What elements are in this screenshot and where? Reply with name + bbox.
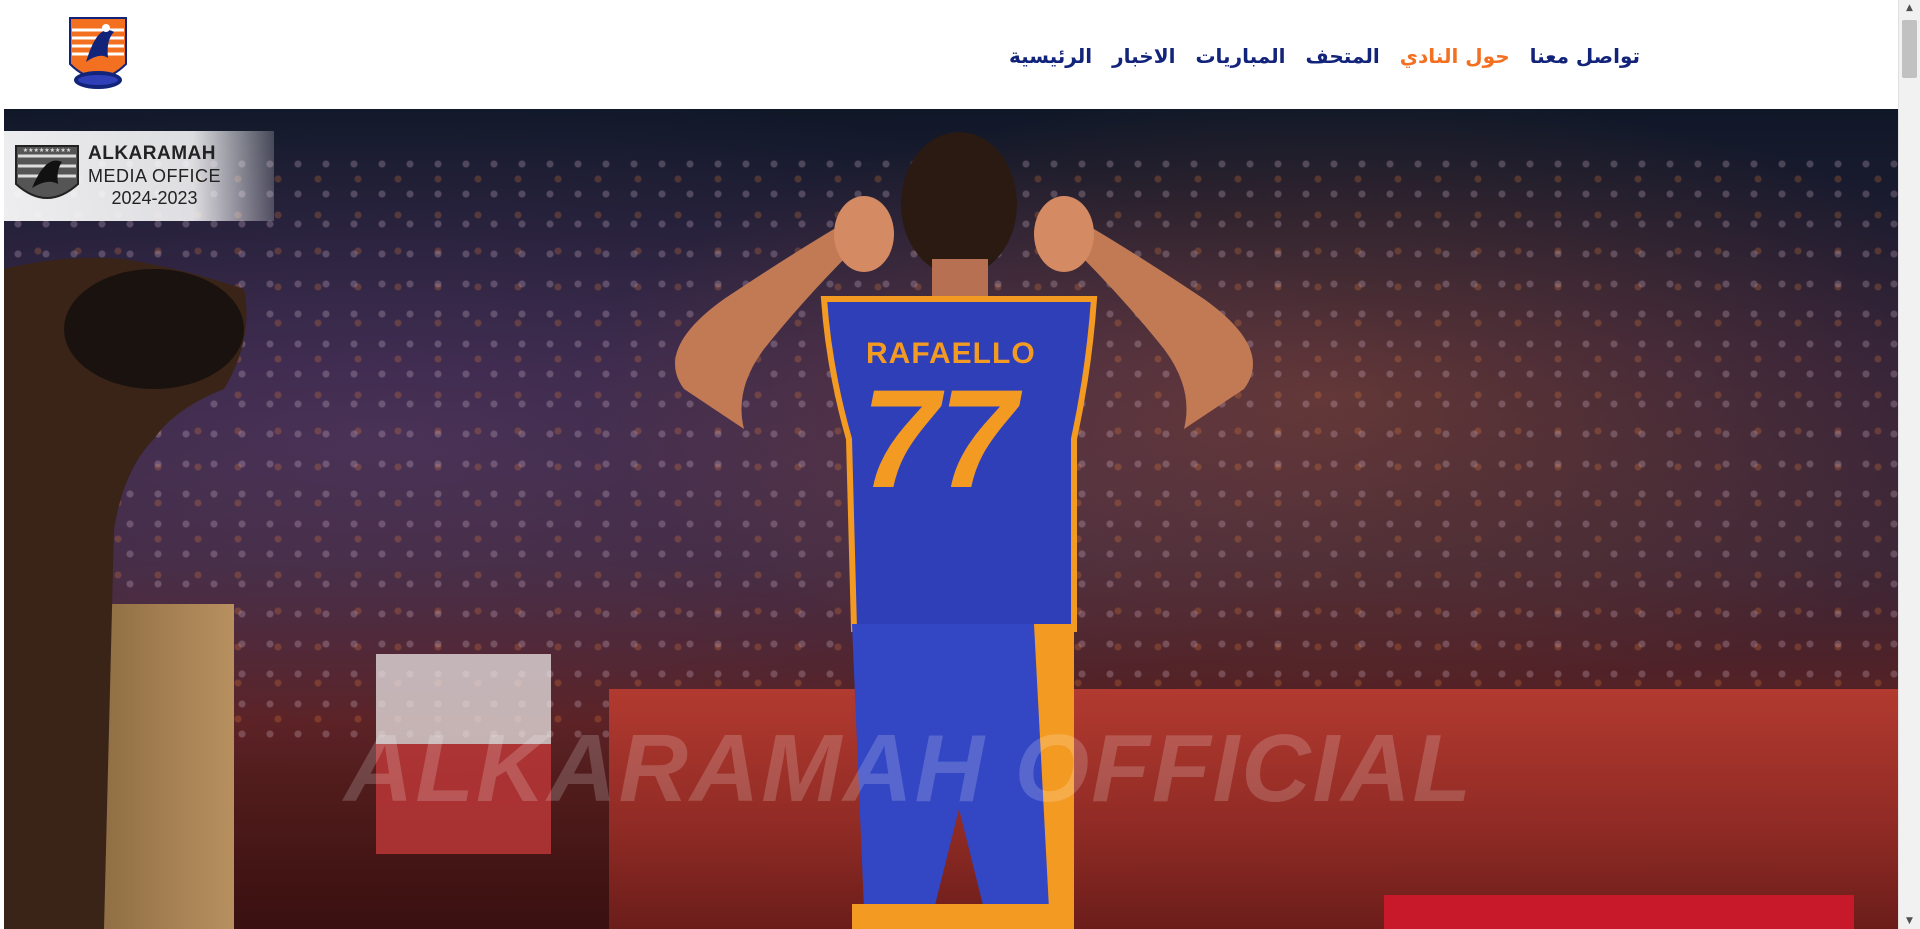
scrollbar-thumb[interactable] [1902, 20, 1917, 78]
svg-text:★★★★★★★★★: ★★★★★★★★★ [23, 147, 71, 154]
chevron-up-icon[interactable]: ▲ [1899, 0, 1920, 16]
nav-item-contact-us[interactable]: تواصل معنا [1530, 44, 1640, 68]
nav-item-news[interactable]: الاخبار [1112, 44, 1175, 68]
nav-item-museum[interactable]: المتحف [1306, 44, 1380, 68]
badge-line-1: ALKARAMAH [88, 143, 216, 164]
media-office-text: ALKARAMAH MEDIA OFFICE 2024-2023 [88, 143, 221, 209]
main-nav: الرئيسية الاخبار المباريات المتحف حول ال… [1009, 38, 1640, 74]
chevron-down-icon[interactable]: ▼ [1899, 913, 1920, 929]
nav-item-matches[interactable]: المباريات [1195, 44, 1285, 68]
watermark-text: ALKARAMAH OFFICIAL [344, 715, 1474, 822]
club-logo[interactable] [64, 14, 132, 94]
site-header: الرئيسية الاخبار المباريات المتحف حول ال… [0, 0, 1898, 109]
badge-line-2: MEDIA OFFICE [88, 166, 222, 186]
vertical-scrollbar[interactable]: ▲ ▼ [1898, 0, 1920, 929]
nav-item-home[interactable]: الرئيسية [1009, 44, 1092, 68]
media-office-badge: ★★★★★★★★★ ALKARAMAH MEDIA OFFICE 2024-20… [4, 131, 274, 221]
jersey-number: 77 [861, 360, 1017, 517]
nav-item-about-club[interactable]: حول النادي [1400, 44, 1510, 68]
badge-line-3: 2024-2023 [111, 188, 198, 208]
media-office-emblem: ★★★★★★★★★ [15, 145, 79, 199]
hero-image: RAFAELLO 77 ALKARAMAH OFFICIAL ★★★★★★★★★… [4, 109, 1898, 929]
